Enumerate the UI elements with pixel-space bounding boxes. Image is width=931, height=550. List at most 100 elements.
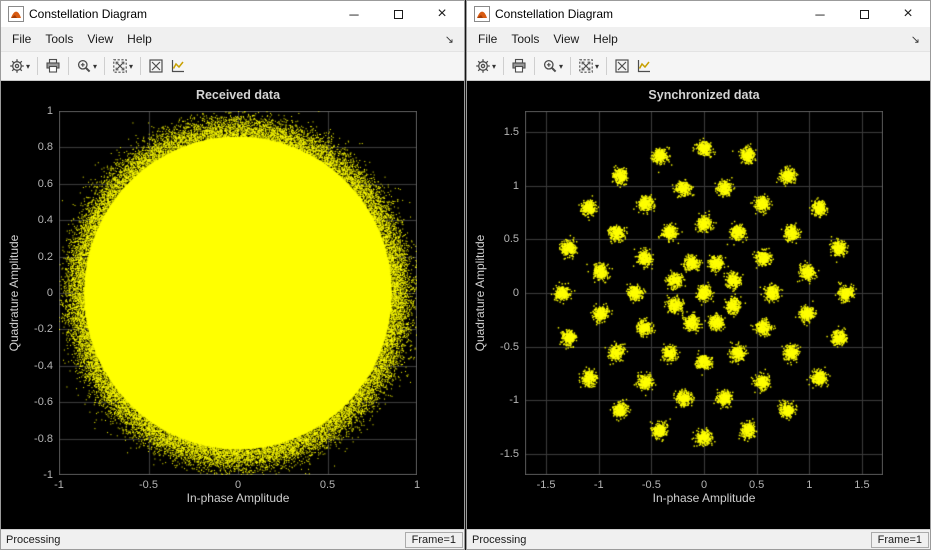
toolbar-separator [606, 57, 607, 75]
y-tick-label: 0.8 [13, 141, 53, 153]
constellation-plot-canvas[interactable] [59, 111, 417, 475]
minimize-button[interactable]: ─ [798, 1, 842, 27]
x-tick-label: 0 [235, 479, 241, 491]
status-text: Processing [1, 534, 60, 546]
fit-to-view-icon [112, 58, 128, 74]
matlab-scope-icon [8, 6, 24, 22]
x-tick-label: 1 [414, 479, 420, 491]
plot-title: Synchronized data [525, 88, 883, 102]
maximize-button[interactable] [842, 1, 886, 27]
close-button[interactable]: × [886, 1, 930, 27]
toolbar-separator [534, 57, 535, 75]
app-icon[interactable] [474, 6, 490, 22]
menu-view[interactable]: View [546, 29, 586, 49]
window-controls: ─ × [332, 1, 464, 27]
menu-help[interactable]: Help [586, 29, 625, 49]
plot-area: Synchronized data In-phase Amplitude Qua… [467, 81, 930, 529]
fit-to-view-button[interactable]: ▾ [575, 54, 602, 78]
window-controls: ─ × [798, 1, 930, 27]
toolbar-separator [140, 57, 141, 75]
plot-title: Received data [59, 88, 417, 102]
x-tick-label: 1.5 [854, 479, 869, 491]
settings-button[interactable]: ▾ [6, 54, 33, 78]
menu-help[interactable]: Help [120, 29, 159, 49]
y-tick-label: 0.5 [479, 233, 519, 245]
plot-area: Received data In-phase Amplitude Quadrat… [1, 81, 464, 529]
dock-arrow-icon[interactable]: ↘ [911, 33, 926, 46]
y-tick-label: -1 [479, 394, 519, 406]
menubar: File Tools View Help ↘ [1, 27, 464, 51]
x-tick-label: 1 [806, 479, 812, 491]
x-tick-label: -1 [54, 479, 64, 491]
print-button[interactable] [508, 54, 530, 78]
x-axis-label: In-phase Amplitude [187, 491, 290, 505]
dropdown-arrow-icon: ▾ [26, 62, 30, 71]
menu-file[interactable]: File [5, 29, 38, 49]
y-tick-label: -0.8 [13, 433, 53, 445]
settings-button[interactable]: ▾ [472, 54, 499, 78]
statusbar: Processing Frame=1 [1, 529, 464, 549]
y-tick-label: -0.2 [13, 323, 53, 335]
measurements-button[interactable] [633, 54, 655, 78]
y-tick-label: 1 [13, 105, 53, 117]
app-icon[interactable] [8, 6, 24, 22]
toolbar-separator [68, 57, 69, 75]
toolbar-separator [503, 57, 504, 75]
fit-to-view-button[interactable]: ▾ [109, 54, 136, 78]
menubar: File Tools View Help ↘ [467, 27, 930, 51]
toolbar-separator [570, 57, 571, 75]
y-tick-label: -0.6 [13, 396, 53, 408]
x-tick-label: -0.5 [642, 479, 661, 491]
close-button[interactable]: × [420, 1, 464, 27]
y-tick-label: 0.6 [13, 178, 53, 190]
titlebar: Constellation Diagram ─ × [467, 1, 930, 27]
constellation-scaling-icon [148, 58, 164, 74]
constellation-plot-canvas[interactable] [525, 111, 883, 475]
zoom-button[interactable]: ▾ [73, 54, 100, 78]
zoom-button[interactable]: ▾ [539, 54, 566, 78]
y-tick-label: 1 [479, 180, 519, 192]
dropdown-arrow-icon: ▾ [595, 62, 599, 71]
gear-icon [475, 58, 491, 74]
fit-to-view-icon [578, 58, 594, 74]
minimize-button[interactable]: ─ [332, 1, 376, 27]
x-tick-label: -1.5 [537, 479, 556, 491]
x-axis-label: In-phase Amplitude [653, 491, 756, 505]
x-tick-label: 0.5 [749, 479, 764, 491]
dropdown-arrow-icon: ▾ [93, 62, 97, 71]
dock-arrow-icon[interactable]: ↘ [445, 33, 460, 46]
measurements-button[interactable] [167, 54, 189, 78]
maximize-button[interactable] [376, 1, 420, 27]
measurements-icon [636, 58, 652, 74]
scope-window-synchronized: Constellation Diagram ─ × File Tools Vie… [466, 0, 931, 550]
toolbar: ▾ ▾ [1, 51, 464, 81]
x-tick-label: -0.5 [139, 479, 158, 491]
menu-tools[interactable]: Tools [504, 29, 546, 49]
titlebar: Constellation Diagram ─ × [1, 1, 464, 27]
maximize-icon [394, 10, 403, 19]
menu-file[interactable]: File [471, 29, 504, 49]
y-tick-label: 0.2 [13, 251, 53, 263]
printer-icon [45, 58, 61, 74]
gear-icon [9, 58, 25, 74]
status-text: Processing [467, 534, 526, 546]
x-tick-label: -1 [594, 479, 604, 491]
constellation-scaling-button[interactable] [611, 54, 633, 78]
menu-view[interactable]: View [80, 29, 120, 49]
y-tick-label: -0.4 [13, 360, 53, 372]
print-button[interactable] [42, 54, 64, 78]
window-title: Constellation Diagram [29, 7, 147, 21]
x-tick-label: 0.5 [320, 479, 335, 491]
y-tick-label: -0.5 [479, 341, 519, 353]
dropdown-arrow-icon: ▾ [129, 62, 133, 71]
toolbar-separator [37, 57, 38, 75]
frame-counter: Frame=1 [871, 532, 929, 548]
printer-icon [511, 58, 527, 74]
desktop: Constellation Diagram ─ × File Tools Vie… [0, 0, 931, 550]
magnifier-zoom-icon [542, 58, 558, 74]
y-tick-label: 1.5 [479, 126, 519, 138]
dropdown-arrow-icon: ▾ [492, 62, 496, 71]
constellation-scaling-button[interactable] [145, 54, 167, 78]
menu-tools[interactable]: Tools [38, 29, 80, 49]
y-tick-label: -1 [13, 469, 53, 481]
